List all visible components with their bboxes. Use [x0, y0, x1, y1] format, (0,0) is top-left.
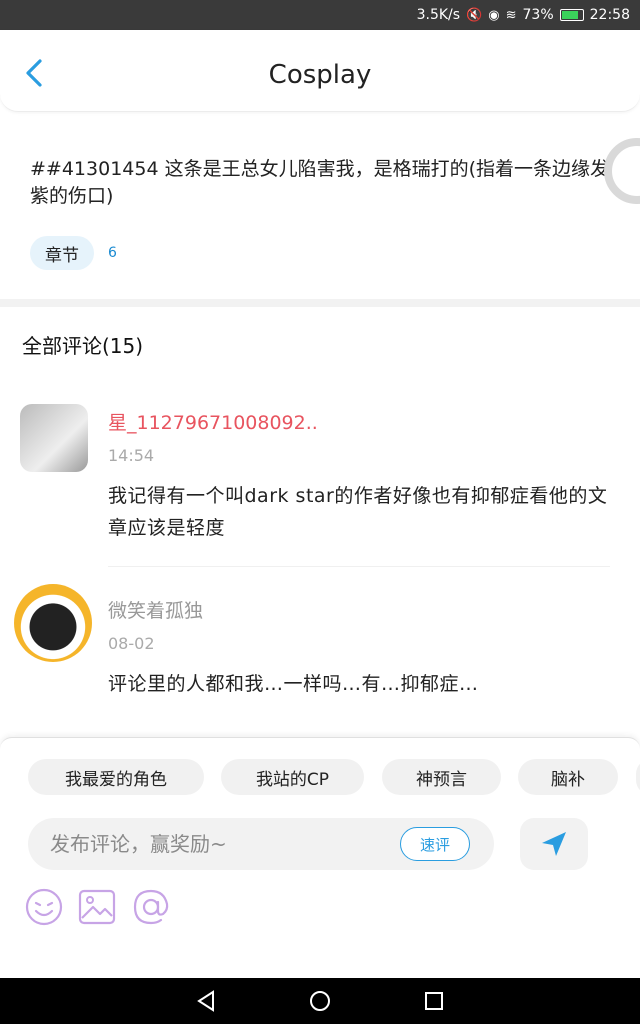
avatar[interactable]: [20, 404, 88, 472]
back-triangle-icon[interactable]: [194, 989, 218, 1013]
quick-chip[interactable]: 我站的CP: [221, 759, 364, 795]
status-bar: 3.5K/s 🔇 ◉ ≋ 73% 22:58: [0, 0, 640, 30]
quick-chip[interactable]: 我最爱的角色: [28, 759, 204, 795]
comment-time: 08-02: [108, 634, 155, 653]
page-title: Cosplay: [268, 60, 372, 90]
network-speed: 3.5K/s: [416, 7, 461, 23]
quick-chip[interactable]: 脑补: [518, 759, 618, 795]
comment-text: 我记得有一个叫dark star的作者好像也有抑郁症看他的文章应该是轻度: [108, 485, 608, 539]
home-circle-icon[interactable]: [308, 989, 332, 1013]
mute-icon: 🔇: [466, 7, 483, 23]
chapter-count: 6: [108, 245, 117, 261]
post-card: ##41301454 这条是王总女儿陷害我，是格瑞打的(指着一条边缘发紫的伤口): [0, 112, 640, 302]
header: Cosplay: [0, 30, 640, 112]
send-icon: [542, 832, 566, 856]
mention-icon[interactable]: [132, 888, 170, 926]
image-icon[interactable]: [78, 888, 116, 926]
battery-icon: [559, 9, 584, 21]
comment-username[interactable]: 星_11279671008092..: [108, 408, 318, 435]
quick-chip-partial[interactable]: [636, 759, 640, 795]
chapter-tag[interactable]: 章节: [30, 236, 94, 270]
comment-input-box[interactable]: 速评: [28, 818, 494, 870]
avatar[interactable]: [14, 584, 92, 662]
comments-header: 全部评论(15): [22, 334, 144, 358]
recents-square-icon[interactable]: [422, 989, 446, 1013]
emoji-icon[interactable]: [25, 888, 63, 926]
system-nav-bar: [0, 978, 640, 1024]
row-divider: [108, 566, 610, 567]
battery-percent: 73%: [522, 7, 554, 23]
comment-text: 评论里的人都和我…一样吗…有…抑郁症…: [108, 673, 479, 695]
eye-icon: ◉: [488, 7, 500, 23]
comment-time: 14:54: [108, 446, 155, 465]
comment-username[interactable]: 微笑着孤独: [108, 596, 203, 623]
clock: 22:58: [589, 7, 630, 23]
quick-comment-button[interactable]: 速评: [400, 827, 470, 861]
section-divider: [0, 299, 640, 307]
comment-input[interactable]: [50, 818, 390, 870]
quick-chip[interactable]: 神预言: [382, 759, 501, 795]
post-text: ##41301454 这条是王总女儿陷害我，是格瑞打的(指着一条边缘发紫的伤口): [30, 158, 610, 207]
wifi-icon: ≋: [505, 7, 517, 23]
send-button[interactable]: [520, 818, 588, 870]
comment-composer: 我最爱的角色 我站的CP 神预言 脑补 速评: [0, 737, 640, 978]
